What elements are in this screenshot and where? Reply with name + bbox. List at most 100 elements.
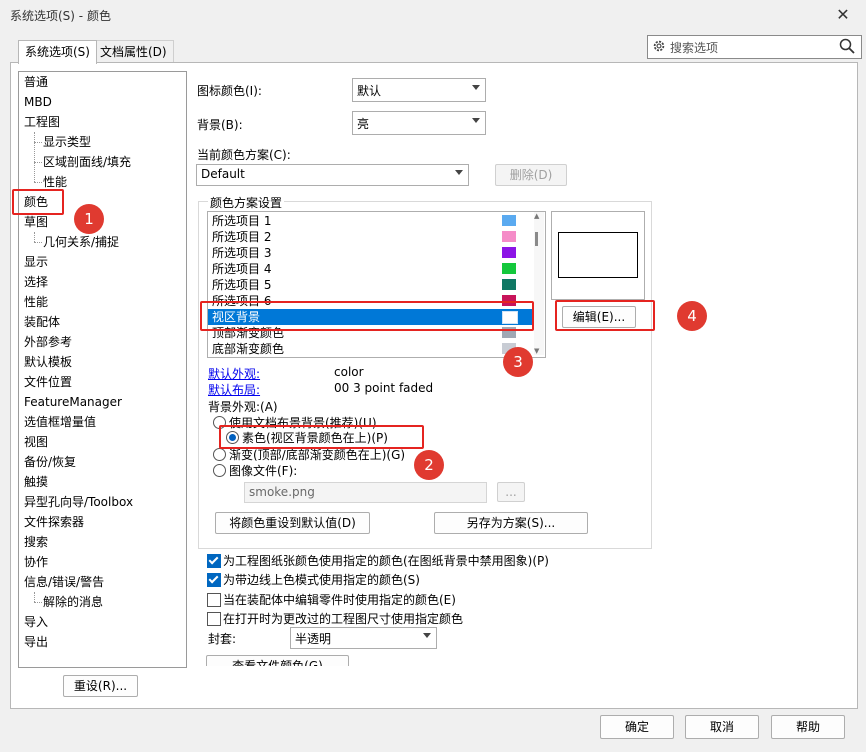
- list-item-label: 所选项目 2: [212, 230, 272, 244]
- tree-item-touch[interactable]: 触摸: [24, 472, 48, 492]
- default-layout-link[interactable]: 默认布局:: [208, 381, 260, 398]
- view-file-colors-button[interactable]: 查看文件颜色(G): [206, 655, 349, 666]
- reset-button[interactable]: 重设(R)...: [63, 675, 138, 697]
- radio-image-file[interactable]: [213, 464, 226, 477]
- list-item-label: 所选项目 1: [212, 214, 272, 228]
- radio-image-file-label[interactable]: 图像文件(F):: [229, 462, 297, 479]
- search-input[interactable]: 搜索选项: [647, 35, 862, 59]
- default-layout-value: 00 3 point faded: [334, 381, 434, 395]
- scheme-item-list[interactable]: 所选项目 1 所选项目 2 所选项目 3 所选项目 4 所选项目 5 所选项目 …: [207, 211, 546, 358]
- annotation-badge-3: 3: [503, 347, 533, 377]
- annotation-box-plain-color: [219, 425, 424, 449]
- gear-icon: [653, 40, 665, 52]
- tree-connector: [34, 592, 36, 602]
- image-file-field[interactable]: smoke.png: [244, 482, 487, 503]
- list-item[interactable]: 所选项目 2: [208, 229, 536, 245]
- options-tree[interactable]: 普通 MBD 工程图 显示类型 区域剖面线/填充 性能 颜色 草图 几何关系/捕…: [18, 71, 187, 668]
- tree-connector: [34, 132, 36, 182]
- scroll-down-icon[interactable]: ▼: [534, 347, 539, 355]
- tree-item-search[interactable]: 搜索: [24, 532, 48, 552]
- color-scheme-select[interactable]: Default: [196, 164, 469, 186]
- tree-item-drawings[interactable]: 工程图: [24, 112, 60, 132]
- annotation-badge-4: 4: [677, 301, 707, 331]
- background-value: 亮: [357, 117, 370, 131]
- tree-connector: [34, 182, 42, 183]
- checkbox-edit-part-in-assembly-label[interactable]: 当在装配体中编辑零件时使用指定的颜色(E): [223, 591, 456, 608]
- envelope-value: 半透明: [295, 632, 332, 646]
- tree-item-hole-wizard-toolbox[interactable]: 异型孔向导/Toolbox: [24, 492, 133, 512]
- help-button[interactable]: 帮助: [771, 715, 845, 739]
- color-swatch: [502, 279, 516, 290]
- annotation-box-edit-button: [555, 300, 655, 331]
- reset-colors-button[interactable]: 将颜色重设到默认值(D): [215, 512, 370, 534]
- tree-item-performance[interactable]: 性能: [24, 292, 48, 312]
- image-file-value: smoke.png: [249, 485, 315, 499]
- scroll-thumb[interactable]: [535, 232, 538, 246]
- title-bar: 系统选项(S) - 颜色 ✕: [0, 0, 866, 30]
- tree-item-relations-snaps[interactable]: 几何关系/捕捉: [43, 232, 119, 252]
- tree-item-area-hatch[interactable]: 区域剖面线/填充: [43, 152, 131, 172]
- tree-item-messages-errors-warnings[interactable]: 信息/错误/警告: [24, 572, 104, 592]
- list-item[interactable]: 所选项目 3: [208, 245, 536, 261]
- chevron-down-icon: [423, 633, 431, 638]
- ok-button[interactable]: 确定: [600, 715, 674, 739]
- icon-color-value: 默认: [357, 84, 382, 98]
- tree-item-display-type[interactable]: 显示类型: [43, 132, 91, 152]
- delete-scheme-button[interactable]: 删除(D): [495, 164, 567, 186]
- tree-item-featuremanager[interactable]: FeatureManager: [24, 392, 122, 412]
- checkbox-shaded-with-edges[interactable]: [207, 573, 221, 587]
- list-scrollbar[interactable]: ▲ ▼: [534, 212, 544, 355]
- list-item[interactable]: 所选项目 1: [208, 213, 536, 229]
- tree-item-sketch[interactable]: 草图: [24, 212, 48, 232]
- tree-item-selection[interactable]: 选择: [24, 272, 48, 292]
- checkbox-edit-part-in-assembly[interactable]: [207, 593, 221, 607]
- checkbox-drawing-paper-color[interactable]: [207, 554, 221, 568]
- list-item[interactable]: 所选项目 4: [208, 261, 536, 277]
- cancel-button[interactable]: 取消: [685, 715, 759, 739]
- browse-button[interactable]: ...: [497, 482, 525, 502]
- color-swatch: [502, 247, 516, 258]
- tree-item-mbd[interactable]: MBD: [24, 92, 52, 112]
- tree-item-file-explorer[interactable]: 文件探索器: [24, 512, 84, 532]
- tree-item-default-templates[interactable]: 默认模板: [24, 352, 72, 372]
- color-scheme-value: Default: [201, 167, 245, 181]
- default-appearance-value: color: [334, 365, 364, 379]
- list-item-label: 所选项目 3: [212, 246, 272, 260]
- tab-document-properties[interactable]: 文档属性(D): [93, 40, 174, 63]
- checkbox-changed-dimensions[interactable]: [207, 612, 221, 626]
- tree-connector: [34, 142, 42, 143]
- list-item-label: 底部渐变颜色: [212, 342, 285, 356]
- tree-connector: [34, 242, 42, 243]
- save-scheme-button[interactable]: 另存为方案(S)...: [434, 512, 588, 534]
- background-select[interactable]: 亮: [352, 111, 486, 135]
- tree-item-collaboration[interactable]: 协作: [24, 552, 48, 572]
- checkbox-drawing-paper-color-label[interactable]: 为工程图纸张颜色使用指定的颜色(在图纸背景中禁用图象)(P): [223, 552, 549, 569]
- tree-item-view[interactable]: 视图: [24, 432, 48, 452]
- tree-item-external-references[interactable]: 外部参考: [24, 332, 72, 352]
- tree-item-spin-box-increments[interactable]: 选值框增量值: [24, 412, 96, 432]
- tree-item-dismissed-messages[interactable]: 解除的消息: [43, 592, 103, 612]
- close-icon[interactable]: ✕: [832, 5, 854, 25]
- tree-connector: [34, 232, 36, 242]
- checkbox-shaded-with-edges-label[interactable]: 为带边线上色模式使用指定的颜色(S): [223, 571, 420, 588]
- icon-color-select[interactable]: 默认: [352, 78, 486, 102]
- color-swatch: [502, 263, 516, 274]
- tree-item-file-locations[interactable]: 文件位置: [24, 372, 72, 392]
- checkbox-changed-dimensions-label[interactable]: 在打开时为更改过的工程图尺寸使用指定颜色: [223, 610, 463, 627]
- tab-system-options[interactable]: 系统选项(S): [18, 40, 97, 64]
- list-item[interactable]: 所选项目 5: [208, 277, 536, 293]
- list-item[interactable]: 底部渐变颜色: [208, 341, 536, 357]
- tree-item-import[interactable]: 导入: [24, 612, 48, 632]
- tree-item-display[interactable]: 显示: [24, 252, 48, 272]
- scroll-up-icon[interactable]: ▲: [534, 212, 539, 220]
- tree-item-export[interactable]: 导出: [24, 632, 48, 652]
- search-icon[interactable]: [839, 38, 855, 54]
- tree-item-general[interactable]: 普通: [24, 72, 48, 92]
- tree-item-assemblies[interactable]: 装配体: [24, 312, 60, 332]
- tree-item-backup-recover[interactable]: 备份/恢复: [24, 452, 76, 472]
- color-preview: [551, 211, 645, 300]
- default-appearance-link[interactable]: 默认外观:: [208, 365, 260, 382]
- envelope-select[interactable]: 半透明: [290, 627, 437, 649]
- radio-gradient[interactable]: [213, 448, 226, 461]
- chevron-down-icon: [455, 170, 463, 175]
